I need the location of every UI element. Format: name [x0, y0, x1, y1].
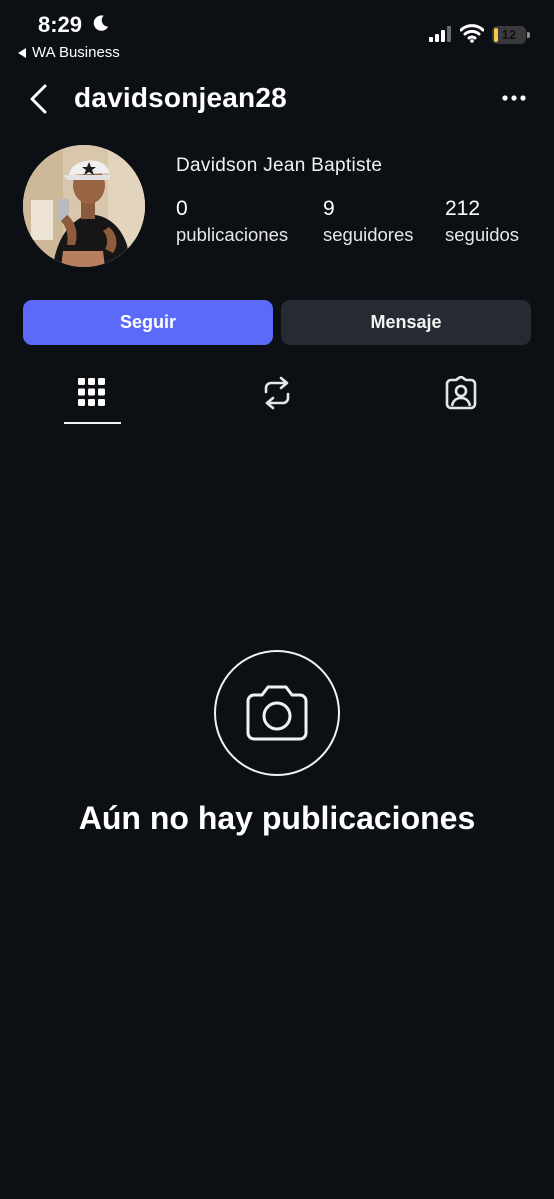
status-time: 8:29: [38, 12, 83, 37]
posts-count-value: 0: [176, 197, 188, 220]
tagged-icon: [445, 376, 477, 410]
profile-header: davidsonjean28: [0, 74, 554, 124]
back-arrow-icon[interactable]: [24, 82, 54, 116]
empty-state-message: Aún no hay publicaciones: [78, 800, 476, 836]
camera-icon: [246, 685, 308, 741]
cellular-signal-icon: [429, 26, 451, 42]
posts-count-label: publicaciones: [176, 224, 289, 245]
profile-full-name: Davidson Jean Baptiste: [176, 155, 383, 176]
tab-tagged[interactable]: [431, 372, 491, 420]
posts-count[interactable]: 0 publicaciones: [176, 197, 288, 249]
followers-count-value: 9: [323, 197, 335, 220]
following-count-label: seguidos: [445, 224, 520, 245]
back-app-label: WA Business: [32, 44, 120, 61]
profile-username: davidsonjean28: [74, 82, 287, 113]
message-button[interactable]: Mensaje: [281, 300, 531, 345]
tab-reposts[interactable]: [247, 372, 307, 420]
profile-avatar[interactable]: [23, 145, 145, 267]
reposts-icon: [264, 376, 290, 410]
battery-level: 12: [501, 27, 517, 42]
follow-button[interactable]: Seguir: [23, 300, 273, 345]
battery-cap: [527, 32, 530, 38]
status-bar: 8:29 WA Business 12: [0, 0, 554, 68]
following-count[interactable]: 212 seguidos: [445, 197, 519, 249]
grid-icon: [78, 378, 105, 406]
tab-posts-grid[interactable]: [62, 372, 122, 420]
battery-icon: 12: [492, 26, 530, 44]
back-to-app-link[interactable]: WA Business: [18, 44, 120, 61]
wifi-icon: [460, 24, 484, 43]
profile-screen: 8:29 WA Business 12 davidsonjean28 David…: [0, 0, 554, 1199]
back-triangle-icon: [18, 47, 26, 58]
avatar-photo: [23, 145, 145, 267]
followers-count[interactable]: 9 seguidores: [323, 197, 414, 249]
following-count-value: 212: [445, 197, 481, 220]
more-options-icon[interactable]: [500, 88, 530, 108]
active-tab-indicator: [64, 422, 121, 424]
moon-icon: [93, 15, 109, 31]
followers-count-label: seguidores: [323, 224, 414, 245]
empty-state-camera: [214, 650, 340, 776]
